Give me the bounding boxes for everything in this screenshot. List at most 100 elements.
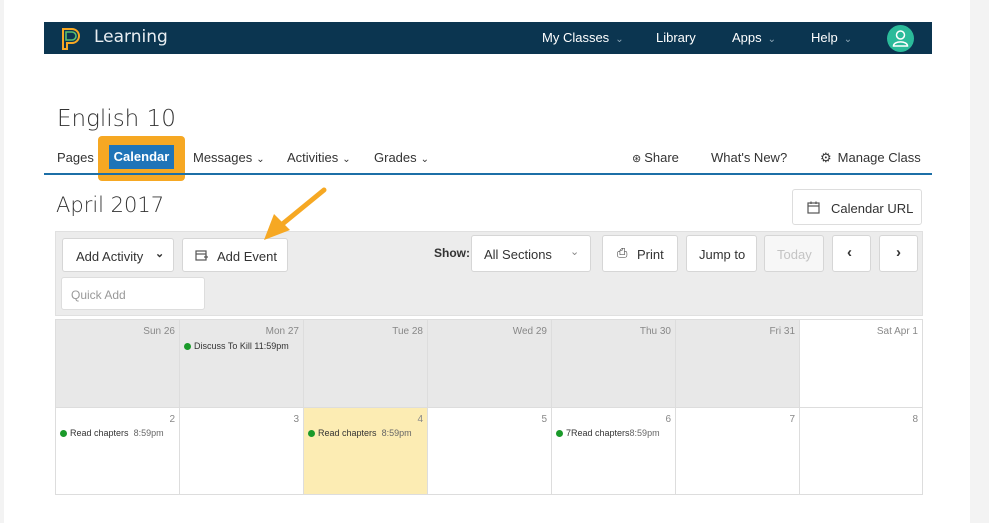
event-title: Read chapters <box>70 428 129 438</box>
nav-library[interactable]: Library <box>656 30 696 45</box>
brand-name[interactable]: Learning <box>94 27 168 47</box>
nav-help-label: Help <box>811 30 838 45</box>
calendar-event[interactable]: Read chapters 8:59pm <box>308 428 412 438</box>
event-time: 8:59pm <box>381 428 412 438</box>
print-label: Print <box>637 247 664 262</box>
event-title: Discuss To Kill 11:59pm <box>194 341 289 351</box>
event-time: 8:59pm <box>629 428 660 438</box>
tabs-underline <box>44 173 932 175</box>
calendar-day-cell[interactable]: 8 <box>800 408 922 494</box>
show-label: Show: <box>434 246 470 260</box>
quick-add-input[interactable]: Quick Add <box>61 277 205 310</box>
tab-grades-label: Grades <box>374 150 417 165</box>
event-status-dot <box>60 430 67 437</box>
course-title: English 10 <box>57 106 176 132</box>
printer-icon: ⎙ <box>617 245 628 260</box>
tab-activities-label: Activities <box>287 150 339 165</box>
calendar-day-cell[interactable]: 5 <box>428 408 552 494</box>
nav-library-label: Library <box>656 30 696 45</box>
share-icon: ⊛ <box>632 153 642 165</box>
top-navigation-bar: Learning My Classes ⌄ Library Apps ⌄ Help ⌄ <box>44 22 932 54</box>
day-label: 7 <box>789 414 795 425</box>
day-label: 2 <box>169 414 175 425</box>
arrow-annotation-icon <box>264 187 327 240</box>
calendar-day-cell[interactable]: Thu 30 <box>552 320 676 408</box>
gear-icon: ⚙ <box>820 150 832 165</box>
tab-pages[interactable]: Pages <box>57 150 94 165</box>
calendar-day-cell[interactable]: 6 7Read chapters8:59pm <box>552 408 676 494</box>
chevron-down-icon: ⌄ <box>570 246 580 258</box>
today-button[interactable]: Today <box>764 235 824 272</box>
calendar-day-cell[interactable]: Wed 29 <box>428 320 552 408</box>
print-button[interactable]: ⎙ Print <box>602 235 678 272</box>
chevron-down-icon: ⌄ <box>342 154 351 165</box>
calendar-icon <box>807 201 820 214</box>
jump-to-button[interactable]: Jump to <box>686 235 757 272</box>
event-title: 7Read chapters <box>566 428 630 438</box>
month-title: April 2017 <box>56 193 165 217</box>
day-label: Tue 28 <box>392 326 423 337</box>
event-status-dot <box>556 430 563 437</box>
calendar-day-cell[interactable]: 7 <box>676 408 800 494</box>
day-label: Thu 30 <box>639 326 671 337</box>
calendar-day-cell[interactable]: Mon 27 Discuss To Kill 11:59pm <box>180 320 304 408</box>
sections-select[interactable]: All Sections ⌄ <box>471 235 591 272</box>
day-label: Wed 29 <box>512 326 547 337</box>
previous-month-button[interactable]: ‹ <box>832 235 871 272</box>
user-avatar[interactable] <box>887 25 914 52</box>
day-label: 4 <box>417 414 423 425</box>
day-label: Fri 31 <box>769 326 795 337</box>
chevron-right-icon: › <box>896 244 901 261</box>
nav-help[interactable]: Help ⌄ <box>811 30 852 45</box>
calendar-add-icon <box>195 250 208 261</box>
today-label: Today <box>777 247 812 262</box>
chevron-down-icon: ⌄ <box>420 154 430 165</box>
tab-messages-label: Messages <box>193 150 253 165</box>
chevron-down-icon: ⌄ <box>615 34 624 45</box>
calendar-day-cell[interactable]: 3 <box>180 408 304 494</box>
nav-my-classes-label: My Classes <box>542 30 610 45</box>
day-label: Sat Apr 1 <box>876 326 918 337</box>
day-label: Sun 26 <box>143 326 175 337</box>
share-button[interactable]: ⊛ Share <box>632 150 679 165</box>
manage-class-button[interactable]: ⚙ Manage Class <box>820 150 921 166</box>
nav-apps-label: Apps <box>732 30 762 45</box>
calendar-event[interactable]: 7Read chapters8:59pm <box>556 428 660 438</box>
chevron-down-icon: ⌄ <box>256 154 265 165</box>
nav-my-classes[interactable]: My Classes ⌄ <box>542 30 624 45</box>
manage-class-label: Manage Class <box>837 150 921 165</box>
day-label: 5 <box>541 414 547 425</box>
calendar-url-button[interactable]: Calendar URL <box>792 189 922 225</box>
chevron-down-icon: ⌄ <box>767 34 777 45</box>
chevron-left-icon: ‹ <box>847 244 852 261</box>
add-event-label: Add Event <box>217 249 277 264</box>
next-month-button[interactable]: › <box>879 235 918 272</box>
share-label: Share <box>644 150 679 165</box>
chevron-down-icon: ⌄ <box>155 248 165 260</box>
tab-calendar[interactable]: Calendar <box>109 145 174 169</box>
event-status-dot <box>184 343 191 350</box>
tab-messages[interactable]: Messages ⌄ <box>193 150 265 165</box>
tab-grades[interactable]: Grades ⌄ <box>374 150 429 165</box>
event-status-dot <box>308 430 315 437</box>
calendar-day-cell[interactable]: Fri 31 <box>676 320 800 408</box>
calendar-day-cell-today[interactable]: 4 Read chapters 8:59pm <box>304 408 428 494</box>
calendar-day-cell[interactable]: Sun 26 <box>56 320 180 408</box>
calendar-day-cell[interactable]: Sat Apr 1 <box>800 320 922 408</box>
calendar-grid: Sun 26 Mon 27 Discuss To Kill 11:59pm Tu… <box>55 319 923 495</box>
jump-to-label: Jump to <box>699 247 746 262</box>
calendar-event[interactable]: Discuss To Kill 11:59pm <box>184 341 289 351</box>
tab-activities[interactable]: Activities ⌄ <box>287 150 351 165</box>
sections-select-value: All Sections <box>484 247 552 262</box>
event-title: Read chapters <box>318 428 377 438</box>
calendar-day-cell[interactable]: Tue 28 <box>304 320 428 408</box>
user-icon <box>892 30 909 47</box>
day-label: 6 <box>665 414 671 425</box>
whats-new-link[interactable]: What's New? <box>711 150 787 165</box>
add-activity-label: Add Activity <box>76 249 144 264</box>
add-activity-button[interactable]: Add Activity ⌄ <box>62 238 174 272</box>
powerschool-logo-icon[interactable] <box>59 27 81 51</box>
calendar-event[interactable]: Read chapters 8:59pm <box>60 428 164 438</box>
nav-apps[interactable]: Apps ⌄ <box>732 30 776 45</box>
calendar-day-cell[interactable]: 2 Read chapters 8:59pm <box>56 408 180 494</box>
